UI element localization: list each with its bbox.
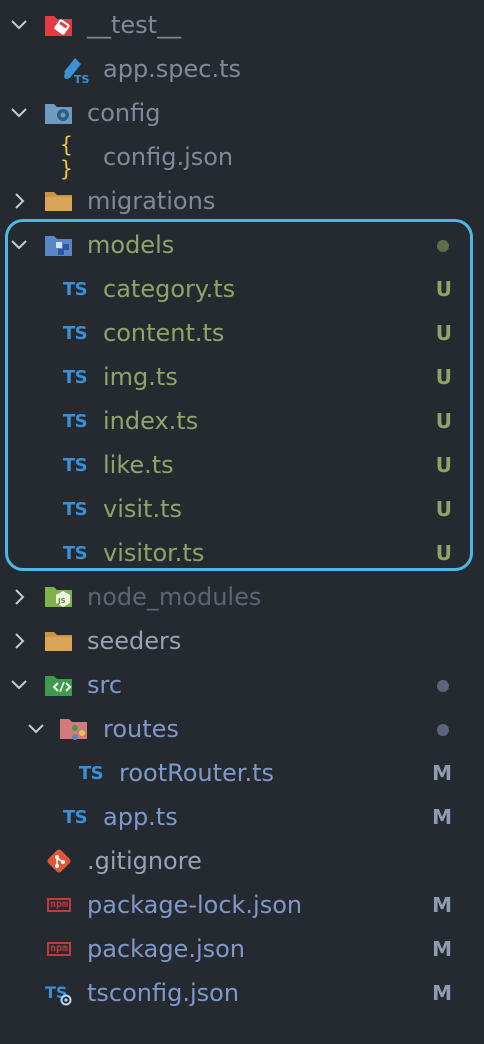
tree-item-content-ts[interactable]: TS content.ts U bbox=[0, 311, 484, 355]
tree-item-label: tsconfig.json bbox=[87, 979, 240, 1007]
tree-item-package-json[interactable]: npm package.json M bbox=[0, 927, 484, 971]
untracked-badge: U bbox=[435, 453, 452, 477]
modified-dot-icon bbox=[437, 240, 449, 252]
ts-file-icon: TS bbox=[78, 762, 104, 784]
tree-item-label: config bbox=[87, 99, 161, 127]
tree-item-label: config.json bbox=[103, 143, 234, 171]
tree-item-label: app.ts bbox=[103, 803, 178, 831]
tree-item-root-router-ts[interactable]: TS rootRouter.ts M bbox=[0, 751, 484, 795]
tree-item-visit-ts[interactable]: TS visit.ts U bbox=[0, 487, 484, 531]
tree-item-src-folder[interactable]: src bbox=[0, 663, 484, 707]
tree-item-label: src bbox=[87, 671, 123, 699]
modified-badge: M bbox=[432, 893, 452, 917]
tree-item-test-folder[interactable]: __test__ bbox=[0, 3, 484, 47]
tree-item-index-ts[interactable]: TS index.ts U bbox=[0, 399, 484, 443]
chevron-right-icon[interactable] bbox=[9, 631, 29, 651]
modified-badge: M bbox=[432, 805, 452, 829]
js-text: JS bbox=[57, 597, 66, 605]
ts-small-text: TS bbox=[74, 73, 90, 84]
folder-icon bbox=[44, 626, 74, 656]
untracked-badge: U bbox=[435, 409, 452, 433]
ts-small-text: TS bbox=[45, 983, 67, 1002]
ts-file-icon: TS bbox=[62, 322, 88, 344]
tree-item-routes-folder[interactable]: routes bbox=[0, 707, 484, 751]
untracked-badge: U bbox=[435, 321, 452, 345]
npm-icon: npm bbox=[44, 890, 74, 920]
tsconfig-icon: TS bbox=[44, 978, 74, 1008]
tree-item-label: models bbox=[87, 231, 175, 259]
chevron-down-icon[interactable] bbox=[26, 719, 46, 739]
chevron-right-icon[interactable] bbox=[9, 191, 29, 211]
chevron-down-icon[interactable] bbox=[9, 235, 29, 255]
json-file-icon: { } bbox=[60, 133, 90, 181]
tree-item-label: __test__ bbox=[87, 11, 182, 39]
untracked-badge: U bbox=[435, 497, 452, 521]
tree-item-label: like.ts bbox=[103, 451, 174, 479]
file-explorer-tree: __test__ TS app.spec.ts config { } confi… bbox=[0, 0, 484, 1044]
test-folder-icon bbox=[44, 10, 74, 40]
json-braces-text: { } bbox=[60, 133, 73, 181]
tree-item-label: category.ts bbox=[103, 275, 236, 303]
config-folder-icon bbox=[44, 98, 74, 128]
tree-item-app-spec-ts[interactable]: TS app.spec.ts bbox=[0, 47, 484, 91]
tree-item-like-ts[interactable]: TS like.ts U bbox=[0, 443, 484, 487]
tree-item-config-folder[interactable]: config bbox=[0, 91, 484, 135]
tree-item-gitignore[interactable]: .gitignore bbox=[0, 839, 484, 883]
tree-item-tsconfig-json[interactable]: TS tsconfig.json M bbox=[0, 971, 484, 1015]
models-folder-icon bbox=[44, 230, 74, 260]
tree-item-label: routes bbox=[103, 715, 179, 743]
npm-text: npm bbox=[46, 942, 72, 956]
ts-file-icon: TS bbox=[62, 278, 88, 300]
tree-item-label: index.ts bbox=[103, 407, 199, 435]
tree-item-label: content.ts bbox=[103, 319, 225, 347]
tree-item-migrations-folder[interactable]: migrations bbox=[0, 179, 484, 223]
tree-item-label: app.spec.ts bbox=[103, 55, 242, 83]
tree-item-label: seeders bbox=[87, 627, 182, 655]
tree-item-label: package-lock.json bbox=[87, 891, 303, 919]
modified-dot-icon bbox=[437, 680, 449, 692]
folder-icon bbox=[44, 186, 74, 216]
git-icon bbox=[44, 846, 74, 876]
chevron-down-icon[interactable] bbox=[9, 15, 29, 35]
tree-item-seeders-folder[interactable]: seeders bbox=[0, 619, 484, 663]
npm-text: npm bbox=[46, 898, 72, 912]
untracked-badge: U bbox=[435, 365, 452, 389]
tree-item-visitor-ts[interactable]: TS visitor.ts U bbox=[0, 531, 484, 575]
tree-item-node-modules-folder[interactable]: JS node_modules bbox=[0, 575, 484, 619]
routes-folder-icon bbox=[59, 714, 89, 744]
ts-file-icon: TS bbox=[62, 366, 88, 388]
tree-item-models-folder[interactable]: models bbox=[0, 223, 484, 267]
chevron-right-icon[interactable] bbox=[9, 587, 29, 607]
tree-item-app-ts[interactable]: TS app.ts M bbox=[0, 795, 484, 839]
tree-item-label: package.json bbox=[87, 935, 246, 963]
untracked-badge: U bbox=[435, 277, 452, 301]
ts-file-icon: TS bbox=[62, 542, 88, 564]
tree-item-label: visit.ts bbox=[103, 495, 182, 523]
tree-item-label: rootRouter.ts bbox=[119, 759, 274, 787]
tree-item-label: .gitignore bbox=[87, 847, 202, 875]
untracked-badge: U bbox=[435, 541, 452, 565]
tree-item-label: node_modules bbox=[87, 583, 262, 611]
ts-file-icon: TS bbox=[62, 410, 88, 432]
modified-dot-icon bbox=[437, 724, 449, 736]
tree-item-category-ts[interactable]: TS category.ts U bbox=[0, 267, 484, 311]
tree-item-img-ts[interactable]: TS img.ts U bbox=[0, 355, 484, 399]
chevron-down-icon[interactable] bbox=[9, 675, 29, 695]
ts-file-icon: TS bbox=[62, 806, 88, 828]
test-ts-file-icon: TS bbox=[60, 54, 90, 84]
tree-item-label: visitor.ts bbox=[103, 539, 205, 567]
modified-badge: M bbox=[432, 981, 452, 1005]
tree-item-package-lock-json[interactable]: npm package-lock.json M bbox=[0, 883, 484, 927]
ts-file-icon: TS bbox=[62, 498, 88, 520]
npm-icon: npm bbox=[44, 934, 74, 964]
modified-badge: M bbox=[432, 937, 452, 961]
src-folder-icon bbox=[44, 670, 74, 700]
tree-item-config-json[interactable]: { } config.json bbox=[0, 133, 484, 181]
tree-item-label: img.ts bbox=[103, 363, 178, 391]
chevron-down-icon[interactable] bbox=[9, 103, 29, 123]
ts-file-icon: TS bbox=[62, 454, 88, 476]
tree-item-label: migrations bbox=[87, 187, 216, 215]
modified-badge: M bbox=[432, 761, 452, 785]
node-folder-icon: JS bbox=[44, 582, 74, 612]
